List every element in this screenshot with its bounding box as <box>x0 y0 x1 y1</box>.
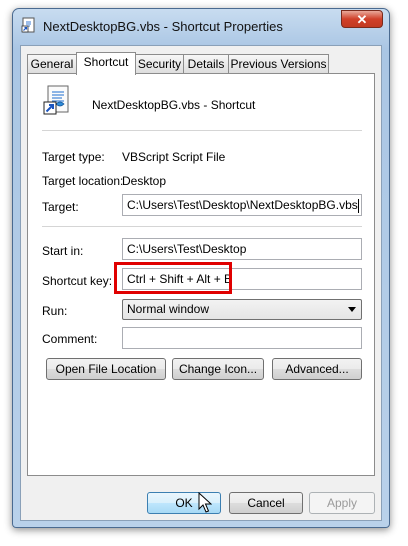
close-icon: ✕ <box>356 12 368 27</box>
tab-label: Shortcut <box>83 55 129 69</box>
title-bar[interactable]: NextDesktopBG.vbs - Shortcut Properties … <box>13 9 389 43</box>
shortcut-name: NextDesktopBG.vbs - Shortcut <box>92 98 256 112</box>
button-label: Advanced... <box>285 362 349 376</box>
text-caret <box>357 198 359 213</box>
dialog-client: General Shortcut Security Details Previo… <box>20 45 382 521</box>
shortcut-panel: NextDesktopBG.vbs - Shortcut Target type… <box>27 73 375 476</box>
target-location-label: Target location: <box>42 174 124 188</box>
comment-input[interactable] <box>122 327 362 349</box>
button-label: OK <box>175 496 193 510</box>
tab-label: Security <box>137 57 182 71</box>
button-label: Cancel <box>247 496 285 510</box>
start-in-input-text: C:\Users\Test\Desktop <box>127 242 247 256</box>
cancel-button[interactable]: Cancel <box>229 492 303 514</box>
properties-window: NextDesktopBG.vbs - Shortcut Properties … <box>12 8 390 528</box>
run-select[interactable]: Normal window <box>122 299 362 320</box>
close-button[interactable]: ✕ <box>341 10 383 28</box>
chevron-down-icon <box>348 307 356 312</box>
button-label: Change Icon... <box>178 362 258 376</box>
shortcut-key-label: Shortcut key: <box>42 274 113 288</box>
open-file-location-button[interactable]: Open File Location <box>46 358 166 380</box>
comment-label: Comment: <box>42 332 98 346</box>
run-select-value: Normal window <box>127 302 210 316</box>
shortcut-key-highlight <box>114 262 232 294</box>
tab-shortcut[interactable]: Shortcut <box>76 52 136 75</box>
tab-label: Details <box>187 57 225 71</box>
advanced-button[interactable]: Advanced... <box>272 358 362 380</box>
start-in-label: Start in: <box>42 244 84 258</box>
tab-label: General <box>30 57 74 71</box>
script-shortcut-icon <box>21 17 35 33</box>
button-label: Open File Location <box>55 362 157 376</box>
apply-button[interactable]: Apply <box>309 492 375 514</box>
tab-previous-versions[interactable]: Previous Versions <box>228 54 329 74</box>
target-input-text: C:\Users\Test\Desktop\NextDesktopBG.vbs <box>127 198 358 212</box>
start-in-input[interactable]: C:\Users\Test\Desktop <box>122 238 362 260</box>
tab-security[interactable]: Security <box>135 54 184 74</box>
target-type-label: Target type: <box>42 150 105 164</box>
run-label: Run: <box>42 304 68 318</box>
mouse-pointer-icon <box>198 492 212 513</box>
change-icon-button[interactable]: Change Icon... <box>172 358 264 380</box>
separator <box>42 130 362 131</box>
target-label: Target: <box>42 200 79 214</box>
window-title: NextDesktopBG.vbs - Shortcut Properties <box>43 19 283 34</box>
target-input[interactable]: C:\Users\Test\Desktop\NextDesktopBG.vbs <box>122 194 362 216</box>
target-location-value: Desktop <box>122 174 167 188</box>
tab-general[interactable]: General <box>27 54 77 74</box>
target-type-value: VBScript Script File <box>122 150 226 164</box>
vbs-script-shortcut-icon <box>43 85 69 115</box>
separator <box>42 226 362 227</box>
tab-details[interactable]: Details <box>183 54 229 74</box>
tab-label: Previous Versions <box>230 57 327 71</box>
button-label: Apply <box>326 496 358 510</box>
